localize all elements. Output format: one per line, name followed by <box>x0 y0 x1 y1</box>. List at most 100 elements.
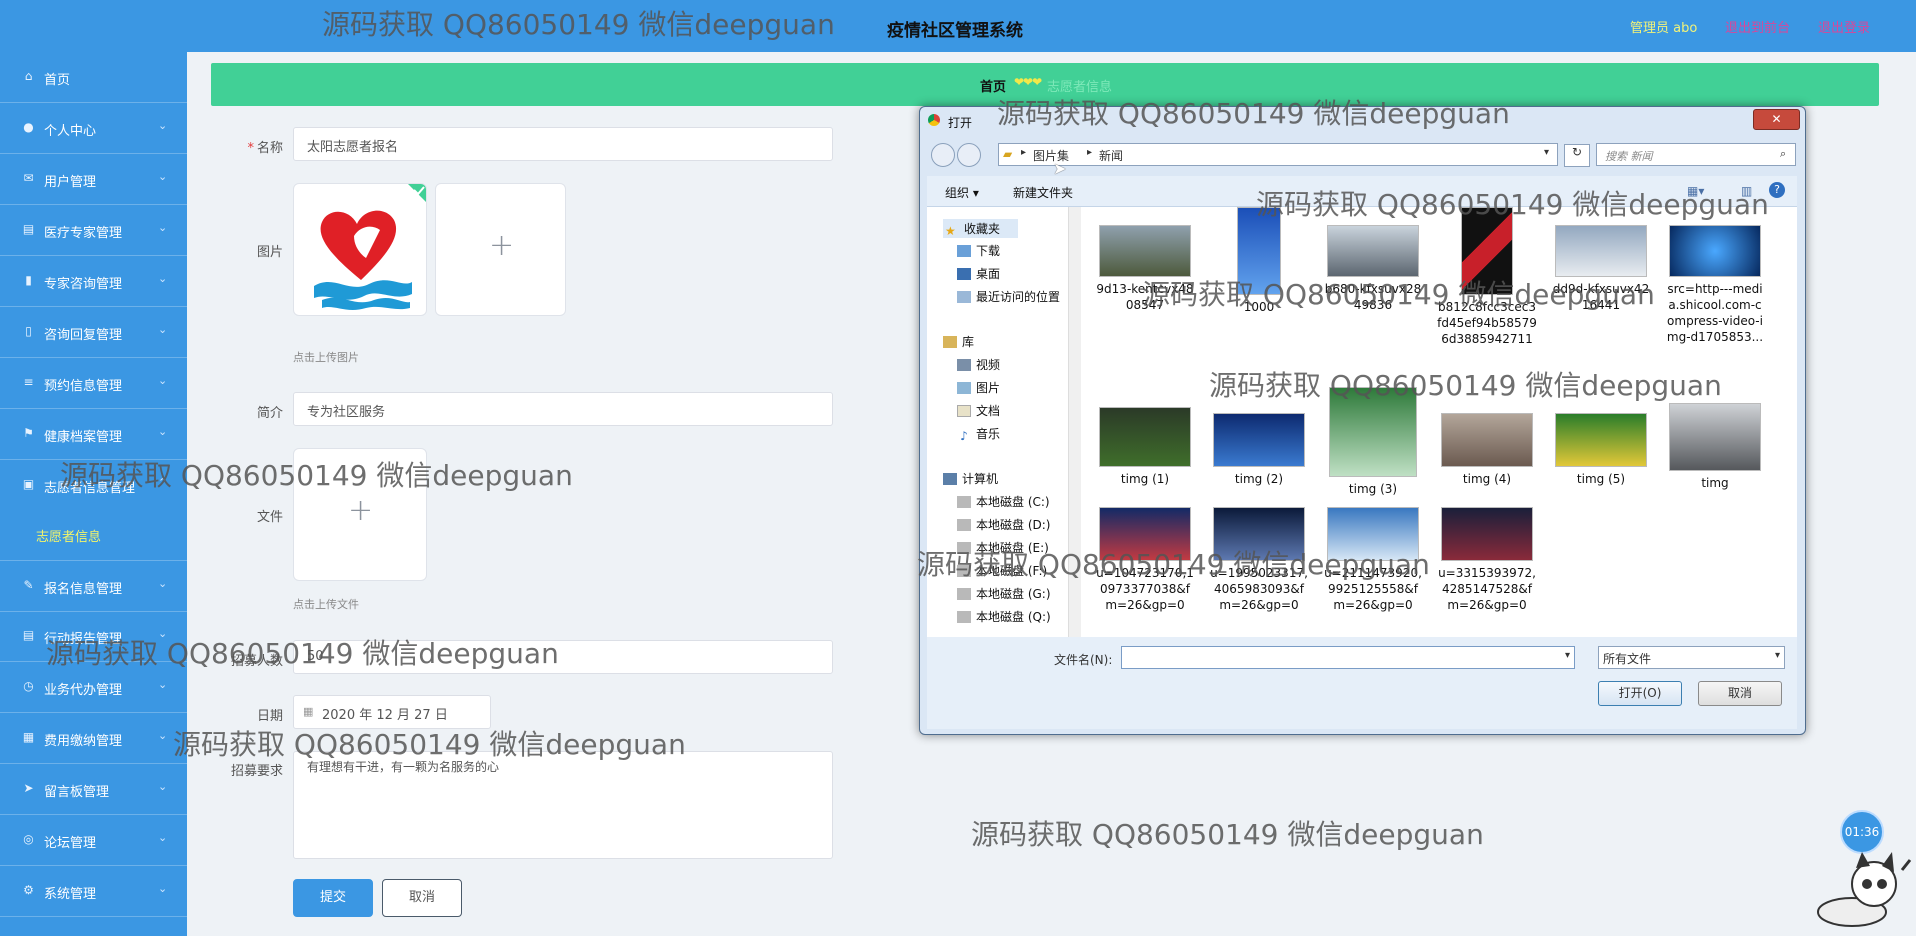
cancel-button[interactable]: 取消 <box>382 879 462 917</box>
watermark-text: 源码获取 QQ86050149 微信deepguan <box>46 637 559 670</box>
drive-icon <box>957 611 971 623</box>
sidebar-item-registration[interactable]: ✎ 报名信息管理 ⌄ <box>0 560 187 612</box>
address-bar[interactable]: ▰ ▸ 图片集 ▸ 新闻 ▾ <box>998 143 1558 166</box>
mascot-cat-icon[interactable] <box>1812 850 1912 932</box>
chevron-right-icon: ▸ <box>1021 147 1027 158</box>
chevron-down-icon: ▾ <box>1564 650 1570 661</box>
list-icon: ≡ <box>23 375 34 389</box>
file-item[interactable]: u=3315393972,4285147528&fm=26&gp=0 <box>1437 507 1537 613</box>
timer-badge[interactable]: 01:36 <box>1840 810 1884 854</box>
add-image-button[interactable]: + <box>435 183 566 316</box>
nav-drive-q[interactable]: 本地磁盘 (Q:) <box>957 608 1051 625</box>
nav-favorites[interactable]: ★ 收藏夹 <box>943 219 1019 238</box>
chevron-down-icon: ⌄ <box>158 678 168 691</box>
forward-icon[interactable] <box>957 143 981 167</box>
nav-drive-d[interactable]: 本地磁盘 (D:) <box>957 516 1050 533</box>
name-input[interactable]: 太阳志愿者报名 <box>293 127 833 161</box>
nav-computer[interactable]: 计算机 <box>943 470 998 487</box>
nav-recent[interactable]: 最近访问的位置 <box>957 288 1060 305</box>
nav-downloads[interactable]: 下载 <box>957 242 1000 259</box>
watermark-text: 源码获取 QQ86050149 微信deepguan <box>1142 278 1655 311</box>
recent-places-icon <box>957 291 971 303</box>
nav-pictures[interactable]: 图片 <box>957 379 1000 396</box>
help-icon[interactable]: ? <box>1769 182 1785 198</box>
watermark-text: 源码获取 QQ86050149 微信deepguan <box>173 728 686 761</box>
file-thumbnail <box>1441 413 1533 467</box>
sidebar-item-appointment[interactable]: ≡ 预约信息管理 ⌄ <box>0 358 187 409</box>
chevron-down-icon: ⌄ <box>158 221 168 234</box>
sidebar-item-home[interactable]: ⌂ 首页 <box>0 52 187 103</box>
nav-library[interactable]: 库 <box>943 333 974 350</box>
nav-drive-g[interactable]: 本地磁盘 (G:) <box>957 585 1051 602</box>
image-upload-hint: 点击上传图片 <box>293 351 359 364</box>
nav-documents[interactable]: 文档 <box>957 402 1000 419</box>
system-title: 疫情社区管理系统 <box>887 21 1023 41</box>
back-icon[interactable] <box>931 143 955 167</box>
file-item[interactable]: src=http---media.shicool.com-compress-vi… <box>1665 225 1765 345</box>
sidebar-item-system[interactable]: ⚙ 系统管理 ⌄ <box>0 866 187 917</box>
file-item[interactable]: timg (5) <box>1551 413 1651 487</box>
file-thumbnail <box>1099 407 1191 467</box>
watermark-text: 源码获取 QQ86050149 微信deepguan <box>1256 188 1769 221</box>
uploaded-image[interactable] <box>293 183 427 316</box>
edit-icon: ✎ <box>23 578 34 592</box>
logout-link[interactable]: 退出登录 <box>1818 17 1870 36</box>
bar-chart-icon: ▮ <box>25 273 32 287</box>
sidebar-subitem-volunteer-info[interactable]: 志愿者信息 <box>0 509 187 559</box>
requirement-textarea[interactable]: 有理想有干进，有一颗为名服务的心 <box>293 751 833 859</box>
organize-button[interactable]: 组织 ▾ <box>945 184 979 201</box>
sidebar-item-consult[interactable]: ▮ 专家咨询管理 ⌄ <box>0 256 187 307</box>
library-icon <box>943 336 957 348</box>
sidebar-item-fees[interactable]: ▦ 费用缴纳管理 ⌄ <box>0 713 187 764</box>
search-input[interactable]: 搜索 新闻 <box>1596 143 1796 166</box>
filetype-select[interactable]: 所有文件 ▾ <box>1598 646 1785 669</box>
forum-icon: ◎ <box>23 832 34 846</box>
path-segment[interactable]: 新闻 <box>1099 147 1123 164</box>
volunteer-icon: ▣ <box>22 477 35 491</box>
sidebar-item-users[interactable]: ✉ 用户管理 ⌄ <box>0 154 187 205</box>
nav-videos[interactable]: 视频 <box>957 356 1000 373</box>
file-item[interactable]: timg (4) <box>1437 413 1537 487</box>
mouse-cursor-icon: ➤ <box>1053 159 1067 178</box>
search-icon: ⌕ <box>1780 147 1787 160</box>
watermark-text: 源码获取 QQ86050149 微信deepguan <box>971 818 1484 851</box>
download-folder-icon <box>957 245 971 257</box>
submit-button[interactable]: 提交 <box>293 879 373 917</box>
refresh-icon[interactable]: ↻ <box>1564 144 1590 167</box>
folder-icon: ▰ <box>1003 147 1013 161</box>
report-icon: ▤ <box>22 628 35 642</box>
chevron-down-icon[interactable]: ▾ <box>1544 147 1549 158</box>
file-thumbnail <box>1441 507 1533 561</box>
file-thumbnail <box>1213 413 1305 467</box>
close-icon[interactable]: ✕ <box>1753 109 1800 130</box>
nav-music[interactable]: ♪ 音乐 <box>957 425 1000 443</box>
open-button[interactable]: 打开(O) <box>1598 681 1682 706</box>
file-item[interactable]: timg (1) <box>1095 407 1195 487</box>
sidebar-item-health[interactable]: ⚑ 健康档案管理 ⌄ <box>0 409 187 460</box>
watermark-text: 源码获取 QQ86050149 微信deepguan <box>1209 369 1722 402</box>
intro-label: 简介 <box>256 406 283 421</box>
file-item[interactable]: timg (2) <box>1209 413 1309 487</box>
dialog-cancel-button[interactable]: 取消 <box>1698 681 1782 706</box>
nav-drive-c[interactable]: 本地磁盘 (C:) <box>957 493 1050 510</box>
watermark-text: 源码获取 QQ86050149 微信deepguan <box>997 97 1510 130</box>
back-to-front-link[interactable]: 退出到前台 <box>1725 17 1790 36</box>
nav-desktop[interactable]: 桌面 <box>957 265 1000 282</box>
file-thumbnail <box>1669 225 1761 277</box>
chrome-icon <box>928 114 940 126</box>
new-folder-button[interactable]: 新建文件夹 <box>1013 184 1073 201</box>
heart-icon: ❤❤❤ <box>1014 75 1042 89</box>
file-label: 文件 <box>256 510 283 525</box>
file-item[interactable]: timg <box>1665 403 1765 491</box>
sidebar-item-messages[interactable]: ➤ 留言板管理 ⌄ <box>0 764 187 815</box>
intro-input[interactable]: 专为社区服务 <box>293 392 833 426</box>
filename-input[interactable]: ▾ <box>1121 646 1575 669</box>
user-icon: ● <box>23 120 34 134</box>
money-icon: ▦ <box>22 730 35 744</box>
sidebar-item-forum[interactable]: ◎ 论坛管理 ⌄ <box>0 815 187 866</box>
sidebar-item-profile[interactable]: ● 个人中心 ⌄ <box>0 103 187 154</box>
sidebar-item-experts[interactable]: ▤ 医疗专家管理 ⌄ <box>0 205 187 256</box>
sidebar: ⌂ 首页 ● 个人中心 ⌄ ✉ 用户管理 ⌄ ▤ 医疗专家管理 ⌄ ▮ 专家咨询管理 ⌄ ▯ 咨询回… <box>0 52 187 936</box>
mail-icon: ✉ <box>23 171 34 185</box>
sidebar-item-reply[interactable]: ▯ 咨询回复管理 ⌄ <box>0 307 187 358</box>
